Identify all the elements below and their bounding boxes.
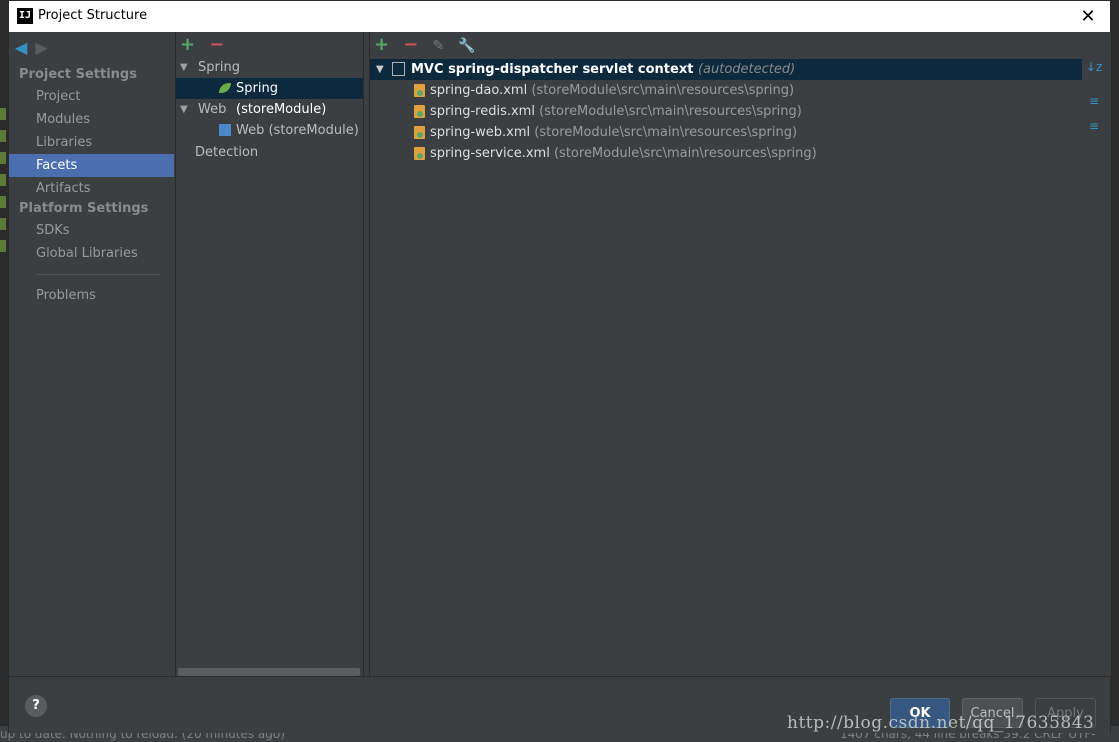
file-label: spring-redis.xml (storeModule\src\main\r… [430, 104, 802, 119]
context-label: MVC spring-dispatcher servlet context (a… [411, 62, 796, 77]
tree-node-web-storemodule[interactable]: Web (storeModule) [176, 120, 363, 141]
expand-triangle-icon[interactable]: ▼ [180, 57, 188, 78]
close-icon[interactable]: ✕ [1066, 1, 1110, 32]
background-ide-strip [0, 0, 8, 742]
file-label: spring-dao.xml (storeModule\src\main\res… [430, 83, 795, 98]
sort-alpha-icon[interactable]: ↓z [1085, 60, 1103, 78]
tree-toolbar: + − [180, 34, 224, 55]
expand-all-icon[interactable]: ≡ [1085, 94, 1103, 112]
tree-node-detection[interactable]: Detection [176, 142, 363, 163]
window-title: Project Structure [38, 8, 148, 23]
tree-node-label: Spring [198, 60, 240, 75]
help-icon[interactable]: ? [25, 695, 47, 717]
spring-xml-file-icon [414, 105, 425, 118]
wrench-settings-icon[interactable]: 🔧 [458, 38, 475, 54]
remove-fileset-icon[interactable]: − [403, 34, 418, 55]
web-facet-icon [219, 124, 231, 136]
nav-divider [36, 274, 161, 275]
project-structure-dialog: IJ Project Structure ✕ ◀ ▶ Project Settin… [8, 0, 1111, 733]
nav-item-libraries[interactable]: Libraries [9, 131, 174, 154]
nav-item-facets[interactable]: Facets [9, 154, 174, 177]
tree-node-spring-storemodule[interactable]: Spring (storeModule) [176, 78, 363, 117]
nav-arrows: ◀ ▶ [15, 38, 48, 57]
forward-arrow-icon[interactable]: ▶ [35, 38, 47, 57]
project-settings-header: Project Settings [19, 67, 137, 82]
intellij-app-icon: IJ [17, 8, 33, 24]
horizontal-scrollbar[interactable] [178, 668, 360, 676]
context-row[interactable]: ▼ MVC spring-dispatcher servlet context … [370, 59, 1082, 80]
collapse-all-icon[interactable]: ≡ [1085, 119, 1103, 137]
expand-triangle-icon[interactable]: ▼ [180, 99, 188, 120]
tree-node-label: Web (storeModule) [236, 123, 359, 138]
add-facet-icon[interactable]: + [180, 34, 195, 55]
spring-xml-file-icon [414, 84, 425, 97]
spring-xml-file-icon [414, 126, 425, 139]
background-ide-right [1111, 0, 1119, 742]
tree-node-web[interactable]: ▼ Web [176, 99, 363, 120]
spring-leaf-icon [219, 83, 231, 93]
facet-tree-panel: + − ▼ Spring Spring (storeModule) ▼ Web … [175, 32, 364, 676]
tree-node-label: Web [198, 102, 227, 117]
file-label: spring-service.xml (storeModule\src\main… [430, 146, 817, 161]
nav-item-problems[interactable]: Problems [9, 284, 174, 307]
settings-nav: ◀ ▶ Project Settings Project Modules Libr… [9, 32, 174, 676]
platform-settings-header: Platform Settings [19, 201, 149, 216]
nav-item-sdks[interactable]: SDKs [9, 219, 174, 242]
expand-triangle-icon[interactable]: ▼ [376, 59, 384, 80]
watermark-text: http://blog.csdn.net/qq_17635843 [787, 713, 1095, 733]
nav-item-modules[interactable]: Modules [9, 108, 174, 131]
title-bar: IJ Project Structure ✕ [9, 1, 1110, 32]
spring-xml-file-icon [414, 147, 425, 160]
nav-item-artifacts[interactable]: Artifacts [9, 177, 174, 200]
context-icon [392, 62, 405, 76]
edit-icon[interactable]: ✎ [432, 38, 444, 54]
tree-node-spring[interactable]: ▼ Spring [176, 57, 363, 78]
nav-item-project[interactable]: Project [9, 85, 174, 108]
tree-node-label: Detection [195, 145, 259, 160]
content-toolbar: + − ✎ 🔧 [374, 34, 486, 55]
add-fileset-icon[interactable]: + [374, 34, 389, 55]
nav-item-global-libraries[interactable]: Global Libraries [9, 242, 174, 265]
file-label: spring-web.xml (storeModule\src\main\res… [430, 125, 798, 140]
remove-facet-icon[interactable]: − [209, 34, 224, 55]
back-arrow-icon[interactable]: ◀ [15, 38, 27, 57]
facet-settings-panel: + − ✎ 🔧 ▼ MVC spring-dispatcher servlet … [369, 32, 1111, 676]
